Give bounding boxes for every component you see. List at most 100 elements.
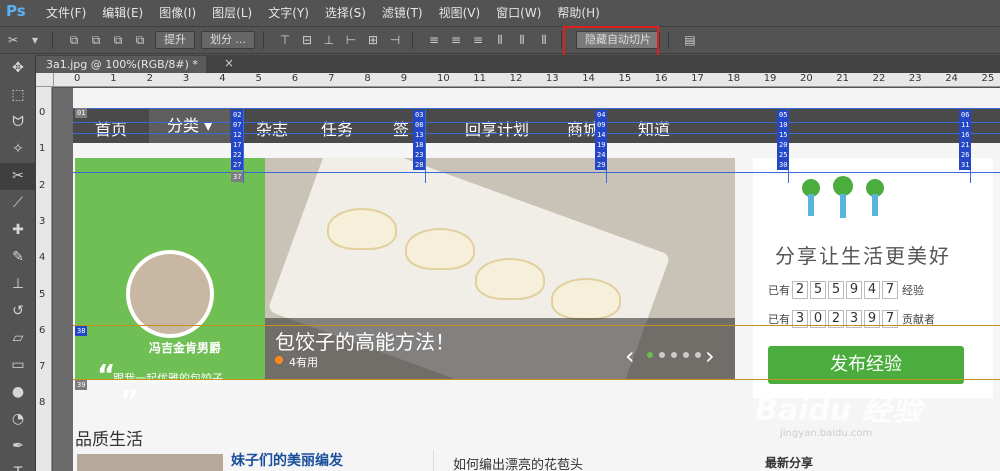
pen-tool-icon[interactable]: ✒ (0, 433, 36, 460)
slice-tag[interactable]: 02 (231, 110, 244, 120)
slice-tag[interactable]: 31 (959, 160, 972, 170)
divide-button[interactable]: 划分 ... (201, 31, 255, 49)
distribute-hcenter-icon[interactable]: ⫴ (513, 32, 531, 48)
lasso-tool-icon[interactable]: ᗢ (0, 109, 36, 136)
digit: 9 (846, 281, 862, 299)
blur-tool-icon[interactable]: ● (0, 379, 36, 406)
slice-tag[interactable]: 27 (231, 160, 244, 170)
menu-view[interactable]: 视图(V) (439, 4, 481, 21)
slice-tag[interactable]: 37 (231, 172, 244, 182)
profile-name: 冯吉金肯男爵 (149, 341, 222, 355)
slice-tag[interactable]: 21 (959, 140, 972, 150)
menu-select[interactable]: 选择(S) (325, 4, 366, 21)
slice-tag[interactable]: 15 (777, 130, 790, 140)
article-link: 妹子们的美丽编发 (231, 453, 343, 469)
hide-auto-slices-button[interactable]: 隐藏自动切片 (576, 31, 660, 49)
move-tool-icon[interactable]: ✥ (0, 55, 36, 82)
slice-tag[interactable]: 08 (413, 120, 426, 130)
align-vcenter-icon[interactable]: ⊟ (298, 32, 316, 48)
ruler-tick-label: 8 (39, 397, 46, 409)
document-tab[interactable]: 3a1.jpg @ 100%(RGB/8#) * (36, 56, 206, 73)
slice-tag[interactable]: 20 (777, 140, 790, 150)
slice-tag[interactable]: 16 (959, 130, 972, 140)
bring-to-front-icon[interactable]: ⧉ (65, 32, 83, 48)
slice-tag[interactable]: 05 (777, 110, 790, 120)
nav-task: 任务 (321, 120, 354, 139)
slice-tag[interactable]: 18 (413, 140, 426, 150)
slice-tool-icon[interactable]: ✂ (0, 163, 36, 190)
type-tool-icon[interactable]: T (0, 460, 36, 471)
slice-tag[interactable]: 01 (75, 108, 88, 118)
close-icon[interactable]: × (224, 56, 234, 70)
chevron-down-icon[interactable]: ▾ (26, 32, 44, 48)
distribute-top-icon[interactable]: ≡ (425, 32, 443, 48)
promote-button[interactable]: 提升 (155, 31, 195, 49)
slice-tag[interactable]: 07 (231, 120, 244, 130)
slice-tag[interactable]: 11 (959, 120, 972, 130)
align-bottom-icon[interactable]: ⊥ (320, 32, 338, 48)
ruler-tick-label: 5 (255, 73, 262, 84)
eraser-tool-icon[interactable]: ▱ (0, 325, 36, 352)
slice-tag[interactable]: 04 (595, 110, 608, 120)
distribute-right-icon[interactable]: ⫴ (535, 32, 553, 48)
marquee-tool-icon[interactable]: ⬚ (0, 82, 36, 109)
slice-tag[interactable]: 10 (777, 120, 790, 130)
send-backward-icon[interactable]: ⧉ (109, 32, 127, 48)
slice-tag[interactable]: 17 (231, 140, 244, 150)
clone-stamp-tool-icon[interactable]: ⊥ (0, 271, 36, 298)
slice-tag[interactable]: 25 (777, 150, 790, 160)
history-brush-tool-icon[interactable]: ↺ (0, 298, 36, 325)
slice-tag[interactable]: 03 (413, 110, 426, 120)
vertical-ruler[interactable]: 0 1 2 3 4 5 6 7 8 (36, 87, 52, 471)
menu-type[interactable]: 文字(Y) (268, 4, 309, 21)
slice-tag[interactable]: 14 (595, 130, 608, 140)
slice-tag[interactable]: 19 (595, 140, 608, 150)
slice-tag[interactable]: 29 (595, 160, 608, 170)
magic-wand-tool-icon[interactable]: ✧ (0, 136, 36, 163)
ruler-corner[interactable] (36, 73, 54, 87)
slice-tag[interactable]: 24 (595, 150, 608, 160)
menu-image[interactable]: 图像(I) (159, 4, 196, 21)
slice-tag[interactable]: 13 (413, 130, 426, 140)
menu-help[interactable]: 帮助(H) (557, 4, 599, 21)
align-left-icon[interactable]: ⊢ (342, 32, 360, 48)
slice-tag[interactable]: 22 (231, 150, 244, 160)
slice-tag[interactable]: 38 (75, 326, 88, 336)
menu-filter[interactable]: 滤镜(T) (382, 4, 423, 21)
slice-tag[interactable]: 12 (231, 130, 244, 140)
dodge-tool-icon[interactable]: ◔ (0, 406, 36, 433)
distribute-vcenter-icon[interactable]: ≡ (447, 32, 465, 48)
slice-tag[interactable]: 39 (75, 380, 88, 390)
ruler-tick-label: 0 (74, 73, 81, 84)
bring-forward-icon[interactable]: ⧉ (87, 32, 105, 48)
send-to-back-icon[interactable]: ⧉ (131, 32, 149, 48)
slice-tag[interactable]: 26 (959, 150, 972, 160)
menu-layer[interactable]: 图层(L) (212, 4, 252, 21)
slice-tag[interactable]: 30 (777, 160, 790, 170)
brush-tool-icon[interactable]: ✎ (0, 244, 36, 271)
slice-tag[interactable]: 06 (959, 110, 972, 120)
distribute-left-icon[interactable]: ⫴ (491, 32, 509, 48)
menu-file[interactable]: 文件(F) (46, 4, 86, 21)
eyedropper-tool-icon[interactable]: ⟋ (0, 190, 36, 217)
align-top-icon[interactable]: ⊤ (276, 32, 294, 48)
ruler-tick-label: 4 (219, 73, 226, 84)
nav-zhidao: 知道 (638, 120, 671, 139)
menu-window[interactable]: 窗口(W) (496, 4, 541, 21)
healing-brush-tool-icon[interactable]: ✚ (0, 217, 36, 244)
distribute-bottom-icon[interactable]: ≡ (469, 32, 487, 48)
useful-dot-icon (275, 356, 283, 364)
slice-tag[interactable]: 23 (413, 150, 426, 160)
nav-magazine: 杂志 (256, 120, 289, 139)
slice-options-icon[interactable]: ▤ (681, 32, 699, 48)
slice-tag[interactable]: 28 (413, 160, 426, 170)
slice-tag[interactable]: 09 (595, 120, 608, 130)
horizontal-ruler[interactable]: 0 1 2 3 4 5 6 7 8 9 10 11 12 13 14 15 16 17 18 19 20 21 22 23 24… (54, 73, 1000, 87)
align-hcenter-icon[interactable]: ⊞ (364, 32, 382, 48)
separator (412, 31, 413, 49)
align-right-icon[interactable]: ⊣ (386, 32, 404, 48)
menu-edit[interactable]: 编辑(E) (102, 4, 143, 21)
profile-card: 冯吉金肯男爵 “ 跟我一起优雅的包饺子 ” (75, 158, 265, 417)
slice-select-tool-icon[interactable]: ✂ (4, 32, 22, 48)
gradient-tool-icon[interactable]: ▭ (0, 352, 36, 379)
